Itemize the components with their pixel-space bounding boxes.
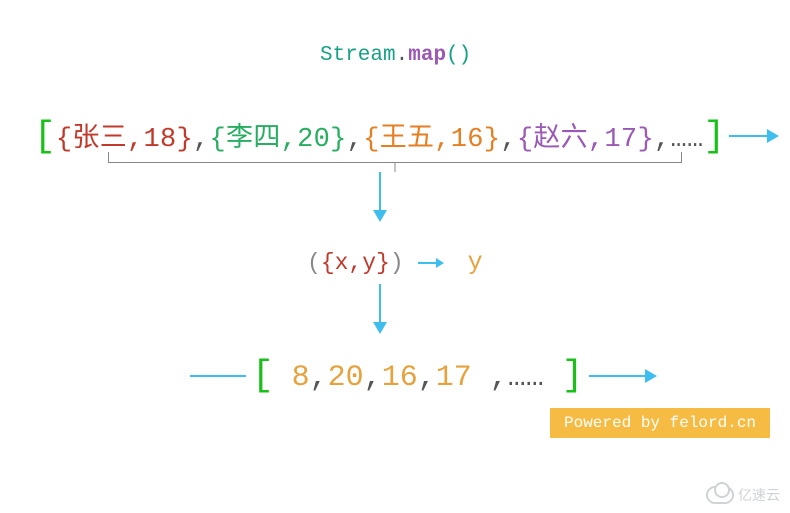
cloud-icon	[706, 486, 734, 504]
credit-badge: Powered by felord.cn	[550, 408, 770, 438]
sep: ,	[364, 361, 382, 395]
sep: ,	[490, 361, 508, 395]
sep: ,	[418, 361, 436, 395]
arrow-head-icon	[373, 210, 387, 222]
title-stream-word: Stream	[320, 44, 396, 67]
input-item-3: {王五,16}	[363, 125, 500, 155]
arrow-line	[729, 135, 767, 137]
output-value-2: 20	[328, 361, 364, 395]
lambda-arg: {x,y}	[321, 250, 390, 276]
input-item-4: {赵六,17}	[517, 125, 654, 155]
output-ellipsis: ……	[508, 361, 544, 395]
bracket-open: [	[34, 116, 56, 157]
sep: ,	[500, 125, 517, 155]
paren-open: (	[307, 250, 321, 276]
input-ellipsis: ……	[670, 125, 703, 155]
watermark-text: 亿速云	[738, 485, 780, 505]
sep: ,	[654, 125, 671, 155]
arrow-small-icon	[418, 258, 444, 268]
title-parens: ()	[446, 44, 471, 67]
output-value-4: 17	[436, 361, 472, 395]
arrow-head-icon	[645, 369, 657, 383]
arrow-line	[589, 375, 645, 377]
bracket-open: [	[252, 355, 274, 396]
sep: ,	[347, 125, 364, 155]
output-row: [ 8,20,16,17 ,…… ]	[190, 355, 657, 396]
output-list: [ 8,20,16,17 ,…… ]	[246, 355, 589, 396]
arrow-head-icon	[767, 129, 779, 143]
sep: ,	[193, 125, 210, 155]
sep: ,	[310, 361, 328, 395]
title-map-word: map	[408, 44, 446, 67]
arrow-in-line	[190, 375, 246, 377]
lambda-expression: ({x,y}) y	[307, 248, 483, 277]
bracket-close: ]	[562, 355, 584, 396]
watermark: 亿速云	[706, 485, 780, 505]
input-item-1: {张三,18}	[56, 125, 193, 155]
under-brace	[108, 152, 682, 172]
output-value-1: 8	[292, 361, 310, 395]
down-arrow-2	[379, 284, 381, 322]
arrow-out-bottom	[589, 369, 657, 383]
output-value-3: 16	[382, 361, 418, 395]
input-list: [{张三,18},{李四,20},{王五,16},{赵六,17},……]	[30, 115, 729, 157]
bracket-close: ]	[703, 116, 725, 157]
lambda-output: y	[468, 248, 483, 277]
arrow-out-top	[729, 129, 779, 143]
diagram-canvas: { "title": { "stream": "Stream", "dot": …	[0, 0, 790, 513]
lambda-left: ({x,y})	[307, 250, 404, 276]
arrow-head-icon	[373, 322, 387, 334]
title-stream-map: Stream.map()	[320, 44, 471, 67]
title-dot: .	[396, 44, 409, 67]
paren-close: )	[390, 250, 404, 276]
input-row: [{张三,18},{李四,20},{王五,16},{赵六,17},……]	[30, 115, 760, 157]
down-arrow-1	[379, 172, 381, 210]
input-item-2: {李四,20}	[210, 125, 347, 155]
